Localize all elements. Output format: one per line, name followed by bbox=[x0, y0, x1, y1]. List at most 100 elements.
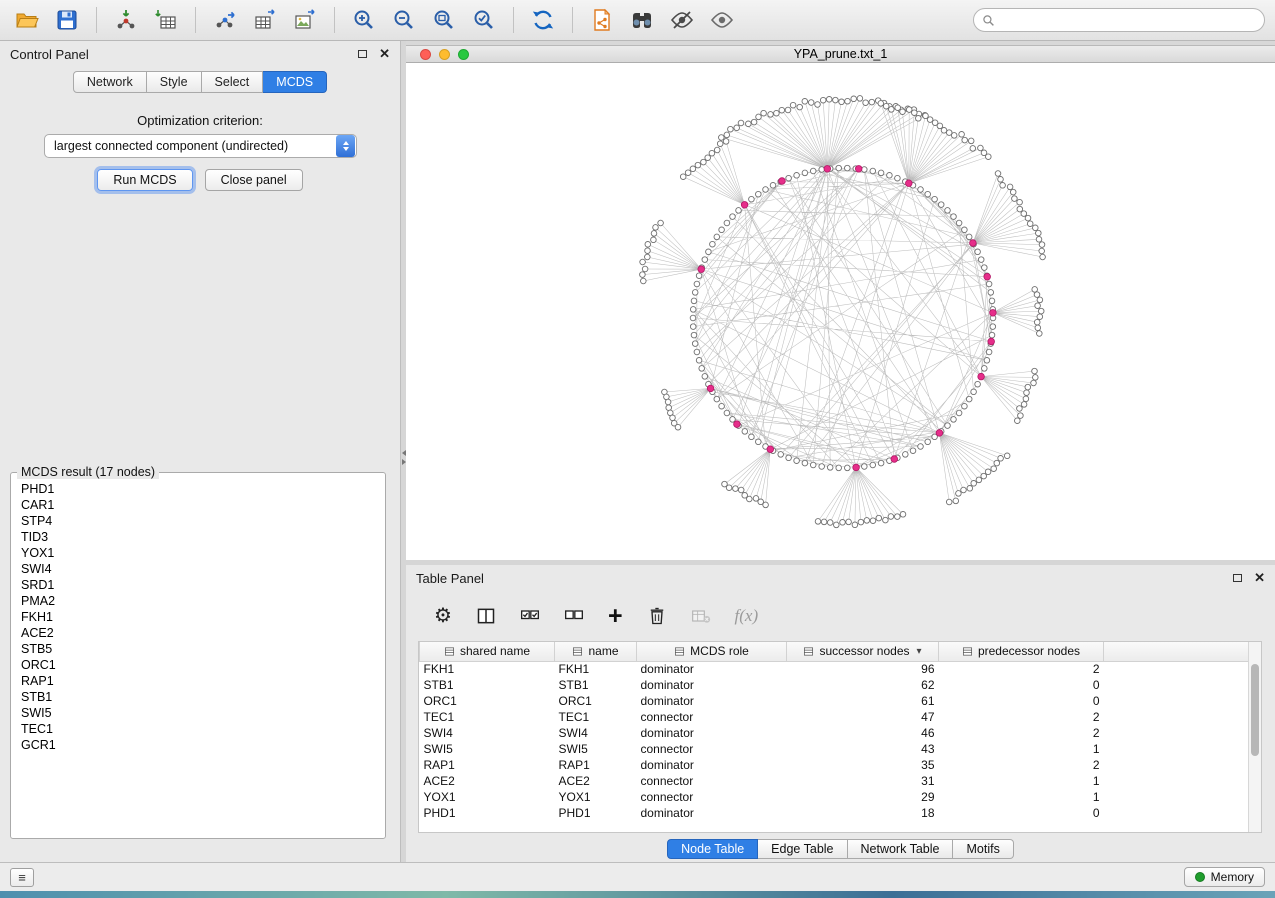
table-row[interactable]: ORC1ORC1dominator610 bbox=[420, 693, 1261, 709]
mcds-result-item[interactable]: STB1 bbox=[21, 689, 385, 705]
import-network-icon[interactable] bbox=[109, 5, 143, 35]
table-row[interactable]: FKH1FKH1dominator962 bbox=[420, 661, 1261, 677]
network-view[interactable] bbox=[406, 63, 1275, 560]
deselect-all-icon[interactable] bbox=[564, 606, 584, 626]
table-row[interactable]: PHD1PHD1dominator180 bbox=[420, 805, 1261, 821]
delete-column-icon[interactable] bbox=[647, 606, 667, 626]
column-sort-icon[interactable] bbox=[674, 646, 685, 657]
mcds-result-item[interactable]: TEC1 bbox=[21, 721, 385, 737]
table-row[interactable]: YOX1YOX1connector291 bbox=[420, 789, 1261, 805]
node-table-body: FKH1FKH1dominator962STB1STB1dominator620… bbox=[420, 661, 1261, 821]
float-table-panel-icon[interactable] bbox=[1233, 574, 1242, 582]
cell-successors: 31 bbox=[787, 773, 939, 789]
tab-edge-table[interactable]: Edge Table bbox=[758, 839, 847, 859]
zoom-in-icon[interactable] bbox=[347, 5, 381, 35]
table-panel-title: Table Panel bbox=[416, 571, 484, 586]
hide-selected-icon[interactable] bbox=[665, 5, 699, 35]
network-titlebar[interactable]: YPA_prune.txt_1 bbox=[406, 45, 1275, 63]
mcds-result-item[interactable]: RAP1 bbox=[21, 673, 385, 689]
share-document-icon[interactable] bbox=[585, 5, 619, 35]
memory-button[interactable]: Memory bbox=[1184, 867, 1265, 887]
open-folder-icon[interactable] bbox=[10, 5, 44, 35]
zoom-out-icon[interactable] bbox=[387, 5, 421, 35]
mcds-result-item[interactable]: PMA2 bbox=[21, 593, 385, 609]
search-input[interactable] bbox=[1000, 13, 1256, 27]
save-icon[interactable] bbox=[50, 5, 84, 35]
table-row[interactable]: SWI4SWI4dominator462 bbox=[420, 725, 1261, 741]
zoom-fit-icon[interactable] bbox=[427, 5, 461, 35]
cell-predecessors: 2 bbox=[939, 709, 1104, 725]
table-settings-icon[interactable]: ⚙ bbox=[434, 606, 452, 626]
close-panel-icon[interactable]: ✕ bbox=[379, 49, 390, 59]
tab-mcds[interactable]: MCDS bbox=[263, 71, 327, 93]
import-table-icon[interactable] bbox=[149, 5, 183, 35]
mcds-result-item[interactable]: STB5 bbox=[21, 641, 385, 657]
add-column-icon[interactable]: + bbox=[608, 606, 623, 626]
table-row[interactable]: SWI5SWI5connector431 bbox=[420, 741, 1261, 757]
cell-predecessors: 0 bbox=[939, 805, 1104, 821]
close-table-panel-icon[interactable]: ✕ bbox=[1254, 573, 1265, 583]
column-sort-icon[interactable] bbox=[803, 646, 814, 657]
mcds-result-item[interactable]: ORC1 bbox=[21, 657, 385, 673]
cell-role: dominator bbox=[637, 805, 787, 821]
table-row[interactable]: TEC1TEC1connector472 bbox=[420, 709, 1261, 725]
splitter-handle-icon[interactable] bbox=[401, 446, 406, 468]
control-panel-title: Control Panel bbox=[10, 47, 89, 62]
criterion-dropdown[interactable]: largest connected component (undirected) bbox=[44, 134, 357, 158]
export-network-icon[interactable] bbox=[208, 5, 242, 35]
column-header-predecessors[interactable]: predecessor nodes bbox=[939, 642, 1104, 661]
table-row[interactable]: ACE2ACE2connector311 bbox=[420, 773, 1261, 789]
mcds-result-item[interactable]: TID3 bbox=[21, 529, 385, 545]
control-panel-header: Control Panel ✕ bbox=[0, 41, 400, 67]
column-header-shared_name[interactable]: shared name bbox=[420, 642, 555, 661]
apply-layout-icon[interactable] bbox=[526, 5, 560, 35]
show-column-icon[interactable] bbox=[476, 606, 496, 626]
tab-node-table[interactable]: Node Table bbox=[667, 839, 758, 859]
column-sort-icon[interactable] bbox=[572, 646, 583, 657]
close-panel-button[interactable]: Close panel bbox=[205, 169, 303, 191]
mcds-result-item[interactable]: GCR1 bbox=[21, 737, 385, 753]
table-tabs: Node TableEdge TableNetwork TableMotifs bbox=[406, 839, 1275, 859]
mcds-result-item[interactable]: STP4 bbox=[21, 513, 385, 529]
mcds-result-item[interactable]: FKH1 bbox=[21, 609, 385, 625]
table-row[interactable]: RAP1RAP1dominator352 bbox=[420, 757, 1261, 773]
column-sort-icon[interactable] bbox=[444, 646, 455, 657]
tab-network[interactable]: Network bbox=[73, 71, 147, 93]
toolbar-separator bbox=[195, 7, 196, 33]
column-sort-icon[interactable] bbox=[962, 646, 973, 657]
table-row[interactable]: STB1STB1dominator620 bbox=[420, 677, 1261, 693]
control-panel: Control Panel ✕ NetworkStyleSelectMCDS O… bbox=[0, 41, 401, 862]
main-toolbar bbox=[0, 0, 1275, 41]
function-builder-icon: f(x) bbox=[735, 606, 759, 626]
column-header-name[interactable]: name bbox=[555, 642, 637, 661]
mcds-result-item[interactable]: YOX1 bbox=[21, 545, 385, 561]
column-header-role[interactable]: MCDS role bbox=[637, 642, 787, 661]
run-mcds-button[interactable]: Run MCDS bbox=[97, 169, 192, 191]
mcds-result-item[interactable]: CAR1 bbox=[21, 497, 385, 513]
tab-motifs[interactable]: Motifs bbox=[953, 839, 1013, 859]
table-scrollbar[interactable] bbox=[1248, 642, 1261, 832]
tab-network-table[interactable]: Network Table bbox=[848, 839, 954, 859]
column-header-successors[interactable]: successor nodes▾ bbox=[787, 642, 939, 661]
mcds-result-item[interactable]: SRD1 bbox=[21, 577, 385, 593]
mcds-result-item[interactable]: SWI4 bbox=[21, 561, 385, 577]
select-all-icon[interactable] bbox=[520, 606, 540, 626]
table-toolbar: ⚙ + f bbox=[406, 591, 1275, 641]
tab-select[interactable]: Select bbox=[202, 71, 264, 93]
cell-name: SWI5 bbox=[555, 741, 637, 757]
mcds-result-item[interactable]: PHD1 bbox=[21, 481, 385, 497]
show-all-icon[interactable] bbox=[705, 5, 739, 35]
column-dropdown-icon[interactable]: ▾ bbox=[917, 646, 922, 657]
export-image-icon[interactable] bbox=[288, 5, 322, 35]
table-scrollbar-thumb[interactable] bbox=[1251, 664, 1259, 756]
zoom-selected-icon[interactable] bbox=[467, 5, 501, 35]
mcds-result-item[interactable]: ACE2 bbox=[21, 625, 385, 641]
export-table-icon[interactable] bbox=[248, 5, 282, 35]
first-neighbors-icon[interactable] bbox=[625, 5, 659, 35]
tab-style[interactable]: Style bbox=[147, 71, 202, 93]
search-box[interactable] bbox=[973, 8, 1265, 32]
network-graph[interactable] bbox=[406, 63, 1275, 560]
mcds-result-item[interactable]: SWI5 bbox=[21, 705, 385, 721]
float-panel-icon[interactable] bbox=[358, 50, 367, 58]
status-menu-button[interactable]: ≡ bbox=[10, 868, 34, 887]
